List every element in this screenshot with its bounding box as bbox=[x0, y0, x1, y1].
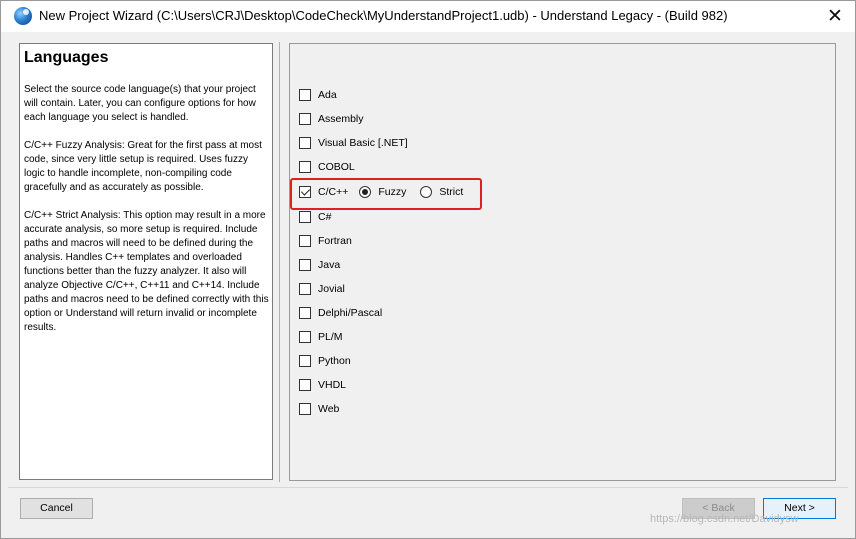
checkbox-web[interactable] bbox=[299, 403, 311, 415]
watermark-text: https://blog.csdn.net/Davidysw bbox=[650, 513, 799, 525]
checkbox-java[interactable] bbox=[299, 259, 311, 271]
language-label: VHDL bbox=[318, 379, 347, 391]
checkbox-python[interactable] bbox=[299, 355, 311, 367]
language-label: Web bbox=[318, 403, 340, 415]
description-paragraph-intro: Select the source code language(s) that … bbox=[24, 84, 256, 123]
language-java-option[interactable]: Java bbox=[299, 257, 340, 273]
language-label: Jovial bbox=[318, 283, 345, 295]
close-icon[interactable]: ✕ bbox=[824, 5, 846, 27]
language-label: Fortran bbox=[318, 235, 352, 247]
checkbox-fortran[interactable] bbox=[299, 235, 311, 247]
language-label: Java bbox=[318, 259, 341, 271]
language-plm-option[interactable]: PL/M bbox=[299, 329, 343, 345]
description-text: Select the source code language(s) that … bbox=[24, 83, 270, 349]
language-delphi-pascal-option[interactable]: Delphi/Pascal bbox=[299, 305, 382, 321]
language-jovial-option[interactable]: Jovial bbox=[299, 281, 345, 297]
language-label: C# bbox=[318, 211, 332, 223]
window-title: New Project Wizard (C:\Users\CRJ\Desktop… bbox=[39, 8, 728, 23]
language-python-option[interactable]: Python bbox=[299, 353, 351, 369]
checkbox-assembly[interactable] bbox=[299, 113, 311, 125]
language-cobol-option[interactable]: COBOL bbox=[299, 159, 355, 175]
checkbox-visual-basic[interactable] bbox=[299, 137, 311, 149]
language-label: COBOL bbox=[318, 161, 355, 173]
page-title: Languages bbox=[24, 49, 109, 66]
checkbox-ada[interactable] bbox=[299, 89, 311, 101]
language-label: Python bbox=[318, 355, 351, 367]
language-web-option[interactable]: Web bbox=[299, 401, 339, 417]
language-assembly-option[interactable]: Assembly bbox=[299, 111, 364, 127]
checkbox-csharp[interactable] bbox=[299, 211, 311, 223]
cancel-button[interactable]: Cancel bbox=[20, 498, 93, 519]
language-csharp-option[interactable]: C# bbox=[299, 209, 331, 225]
language-label: PL/M bbox=[318, 331, 343, 343]
understand-app-icon bbox=[14, 7, 32, 25]
checkbox-vhdl[interactable] bbox=[299, 379, 311, 391]
language-fortran-option[interactable]: Fortran bbox=[299, 233, 352, 249]
language-label: Delphi/Pascal bbox=[318, 307, 383, 319]
checkbox-cobol[interactable] bbox=[299, 161, 311, 173]
language-ada-option[interactable]: Ada bbox=[299, 87, 337, 103]
language-label: Visual Basic [.NET] bbox=[318, 137, 408, 149]
language-visual-basic-option[interactable]: Visual Basic [.NET] bbox=[299, 135, 408, 151]
language-label: Assembly bbox=[318, 113, 364, 125]
language-vhdl-option[interactable]: VHDL bbox=[299, 377, 346, 393]
description-paragraph-strict: C/C++ Strict Analysis: This option may r… bbox=[24, 210, 269, 333]
checkbox-jovial[interactable] bbox=[299, 283, 311, 295]
checkbox-delphi-pascal[interactable] bbox=[299, 307, 311, 319]
footer-divider bbox=[8, 487, 848, 488]
checkbox-plm[interactable] bbox=[299, 331, 311, 343]
languages-panel bbox=[289, 43, 836, 481]
description-paragraph-fuzzy: C/C++ Fuzzy Analysis: Great for the firs… bbox=[24, 140, 262, 193]
cpp-highlight-box bbox=[290, 178, 482, 210]
title-bar: New Project Wizard (C:\Users\CRJ\Desktop… bbox=[1, 1, 855, 32]
description-panel: Languages Select the source code languag… bbox=[19, 43, 273, 480]
language-label: Ada bbox=[318, 89, 337, 101]
